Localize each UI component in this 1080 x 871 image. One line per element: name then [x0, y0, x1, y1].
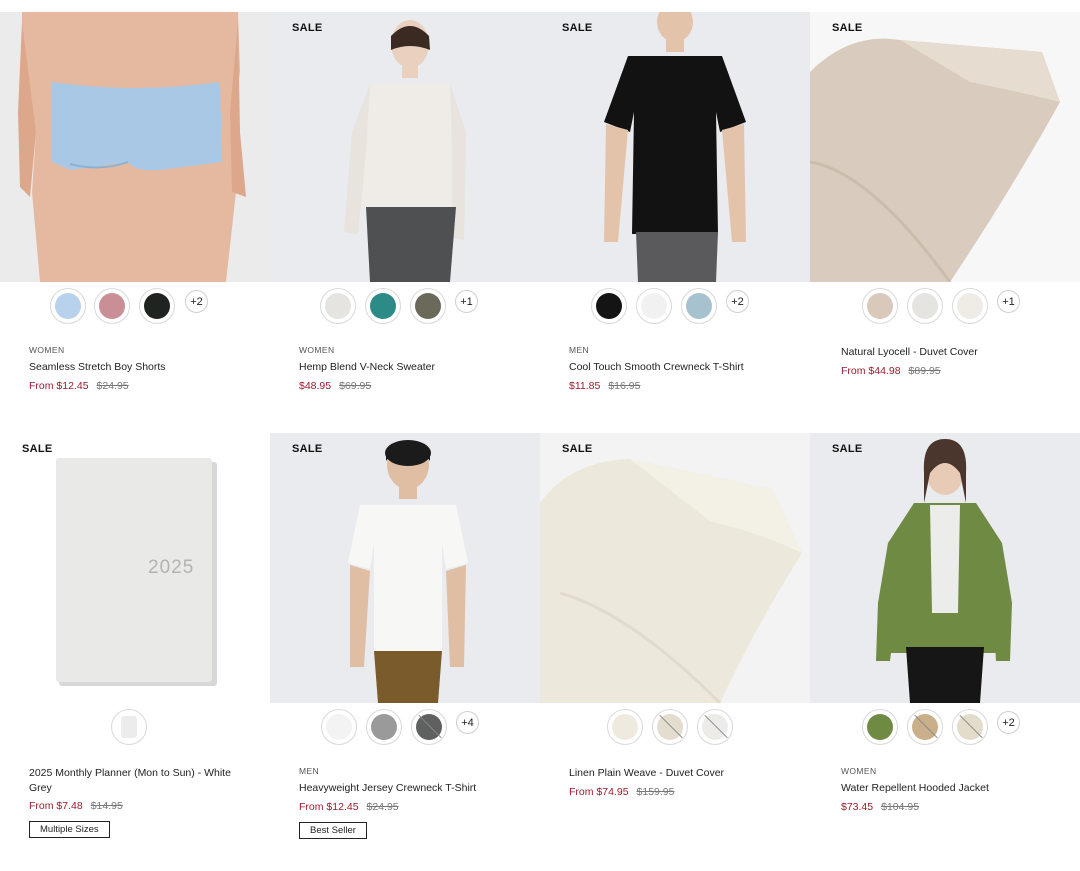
- product-name[interactable]: Cool Touch Smooth Crewneck T-Shirt: [569, 360, 789, 375]
- color-swatch-pink[interactable]: [94, 288, 130, 324]
- product-photo-duvet-linen: [540, 433, 810, 703]
- product-price: From $12.45 $24.95: [29, 380, 129, 392]
- sale-badge: SALE: [562, 22, 593, 34]
- sale-price: From $12.45: [29, 380, 89, 392]
- product-image[interactable]: SALE: [270, 433, 540, 703]
- more-colors-button[interactable]: +1: [455, 290, 478, 313]
- color-swatches: +2: [0, 288, 270, 328]
- color-swatch-charcoal[interactable]: [411, 709, 447, 745]
- product-photo-tshirt-white: [270, 433, 540, 703]
- product-image[interactable]: SALE: [270, 12, 540, 282]
- color-swatches: +4: [270, 709, 540, 749]
- product-price: From $12.45 $24.95: [299, 801, 399, 813]
- product-photo-jacket: [810, 433, 1080, 703]
- product-image[interactable]: SALE: [540, 433, 810, 703]
- product-category: WOMEN: [841, 766, 877, 776]
- product-category: WOMEN: [29, 345, 65, 355]
- sale-price: $73.45: [841, 801, 874, 813]
- color-swatch-grey[interactable]: [366, 709, 402, 745]
- product-price: From $7.48 $14.95: [29, 800, 123, 812]
- more-colors-button[interactable]: +2: [997, 711, 1020, 734]
- color-swatch-black[interactable]: [139, 288, 175, 324]
- color-swatches: +1: [810, 288, 1080, 328]
- sale-badge: SALE: [832, 22, 863, 34]
- sale-price: $48.95: [299, 380, 332, 392]
- sale-badge: SALE: [292, 22, 323, 34]
- color-swatch-ivory[interactable]: [607, 709, 643, 745]
- more-colors-button[interactable]: +2: [726, 290, 749, 313]
- color-swatch-off-white[interactable]: [320, 288, 356, 324]
- color-swatch-oatmeal[interactable]: [652, 709, 688, 745]
- color-swatch-white[interactable]: [697, 709, 733, 745]
- product-photo-tshirt-black: [540, 12, 810, 282]
- sale-badge: SALE: [292, 443, 323, 455]
- color-swatch-light-grey[interactable]: [907, 288, 943, 324]
- product-price: $73.45 $104.95: [841, 801, 919, 813]
- original-price: $104.95: [881, 801, 920, 813]
- original-price: $159.95: [636, 786, 675, 798]
- product-name[interactable]: 2025 Monthly Planner (Mon to Sun) - Whit…: [29, 766, 249, 796]
- color-swatches: +2: [540, 288, 810, 328]
- original-price: $14.95: [90, 800, 123, 812]
- product-name[interactable]: Hemp Blend V-Neck Sweater: [299, 360, 519, 375]
- color-swatch-olive[interactable]: [410, 288, 446, 324]
- color-swatch-light-beige[interactable]: [952, 709, 988, 745]
- product-price: From $44.98 $89.95: [841, 365, 941, 377]
- sale-price: From $74.95: [569, 786, 629, 798]
- original-price: $16.95: [608, 380, 641, 392]
- product-name[interactable]: Heavyweight Jersey Crewneck T-Shirt: [299, 781, 519, 796]
- product-image[interactable]: [0, 12, 270, 282]
- color-swatches: +1: [270, 288, 540, 328]
- color-swatch-beige[interactable]: [907, 709, 943, 745]
- product-name[interactable]: Natural Lyocell - Duvet Cover: [841, 345, 1061, 360]
- color-swatch-light-blue[interactable]: [50, 288, 86, 324]
- sale-badge: SALE: [832, 443, 863, 455]
- sale-badge: SALE: [562, 443, 593, 455]
- product-category: WOMEN: [299, 345, 335, 355]
- sale-price: From $12.45: [299, 801, 359, 813]
- product-price: $11.85 $16.95: [569, 380, 640, 392]
- best-seller-tag: Best Seller: [299, 822, 367, 839]
- sale-price: $11.85: [569, 380, 601, 392]
- original-price: $89.95: [908, 365, 941, 377]
- color-swatch-khaki-green[interactable]: [862, 709, 898, 745]
- color-swatch-black[interactable]: [591, 288, 627, 324]
- color-swatch-beige[interactable]: [862, 288, 898, 324]
- product-category: MEN: [569, 345, 590, 355]
- sale-price: From $44.98: [841, 365, 901, 377]
- sale-badge: SALE: [22, 443, 53, 455]
- color-swatch-white-grey[interactable]: [111, 709, 147, 745]
- sale-price: From $7.48: [29, 800, 83, 812]
- more-colors-button[interactable]: +2: [185, 290, 208, 313]
- product-image[interactable]: SALE: [810, 433, 1080, 703]
- product-name[interactable]: Linen Plain Weave - Duvet Cover: [569, 766, 789, 781]
- color-swatch-white[interactable]: [636, 288, 672, 324]
- original-price: $69.95: [339, 380, 372, 392]
- color-swatch-teal[interactable]: [365, 288, 401, 324]
- product-photo-duvet-beige: [810, 12, 1080, 282]
- product-photo-planner: [0, 433, 270, 703]
- product-photo-shorts: [0, 12, 270, 282]
- product-category: MEN: [299, 766, 320, 776]
- original-price: $24.95: [96, 380, 129, 392]
- product-name[interactable]: Water Repellent Hooded Jacket: [841, 781, 1061, 796]
- product-price: From $74.95 $159.95: [569, 786, 675, 798]
- color-swatch-ivory[interactable]: [952, 288, 988, 324]
- product-name[interactable]: Seamless Stretch Boy Shorts: [29, 360, 249, 375]
- multiple-sizes-tag: Multiple Sizes: [29, 821, 110, 838]
- product-image[interactable]: SALE: [810, 12, 1080, 282]
- color-swatch-white[interactable]: [321, 709, 357, 745]
- product-price: $48.95 $69.95: [299, 380, 371, 392]
- color-swatches: [540, 709, 810, 749]
- product-image[interactable]: 2025 SALE: [0, 433, 270, 703]
- product-image[interactable]: SALE: [540, 12, 810, 282]
- original-price: $24.95: [366, 801, 399, 813]
- more-colors-button[interactable]: +4: [456, 711, 479, 734]
- color-swatch-light-blue[interactable]: [681, 288, 717, 324]
- planner-cover-text: 2025: [148, 557, 195, 578]
- color-swatches: +2: [810, 709, 1080, 749]
- color-swatches: [0, 709, 270, 749]
- more-colors-button[interactable]: +1: [997, 290, 1020, 313]
- product-photo-sweater: [270, 12, 540, 282]
